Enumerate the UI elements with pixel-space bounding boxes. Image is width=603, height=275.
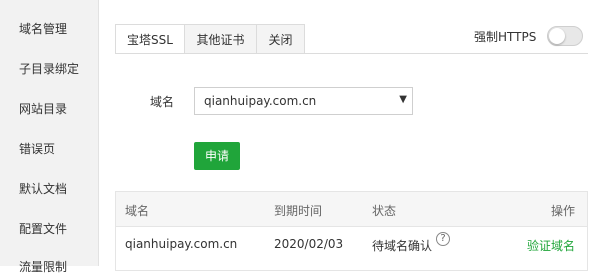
cell-domain: qianhuipay.com.cn [125,237,238,251]
tab-close[interactable]: 关闭 [256,24,305,54]
sidebar-item-error-page[interactable]: 错误页 [19,140,55,157]
domain-select[interactable]: qianhuipay.com.cn ▼ [194,87,413,115]
domain-label: 域名 [150,95,175,109]
sidebar-item-default-document[interactable]: 默认文档 [19,180,67,197]
tab-baota-ssl[interactable]: 宝塔SSL [115,24,185,54]
tab-divider [115,53,588,54]
force-https-label: 强制HTTPS [474,30,537,44]
domain-select-value: qianhuipay.com.cn [204,94,317,108]
cell-status: 待域名确认 [372,239,433,253]
column-header-status: 状态 [372,204,397,218]
force-https-toggle[interactable] [547,26,583,46]
column-header-action: 操作 [550,204,575,218]
help-icon[interactable]: ? [436,232,450,246]
column-header-domain: 域名 [125,204,150,218]
toggle-knob [549,28,565,44]
certificate-table: 域名 到期时间 状态 操作 qianhuipay.com.cn 2020/02/… [115,191,588,271]
sidebar-item-config-file[interactable]: 配置文件 [19,220,67,237]
column-header-expire: 到期时间 [274,204,323,218]
sidebar: 域名管理 子目录绑定 网站目录 错误页 默认文档 配置文件 流量限制 [0,0,99,274]
tab-other-certificate[interactable]: 其他证书 [184,24,257,54]
verify-domain-link[interactable]: 验证域名 [527,237,575,254]
sidebar-item-traffic-limit[interactable]: 流量限制 [19,258,67,275]
sidebar-item-subdirectory-binding[interactable]: 子目录绑定 [19,60,79,77]
sidebar-item-domain-management[interactable]: 域名管理 [19,20,67,37]
apply-button[interactable]: 申请 [194,142,240,170]
sidebar-item-site-directory[interactable]: 网站目录 [19,100,67,117]
chevron-down-icon: ▼ [399,94,407,105]
cell-expire: 2020/02/03 [274,237,344,251]
table-header: 域名 到期时间 状态 操作 [116,192,587,227]
table-row: qianhuipay.com.cn 2020/02/03 待域名确认 验证域名 [116,227,587,263]
